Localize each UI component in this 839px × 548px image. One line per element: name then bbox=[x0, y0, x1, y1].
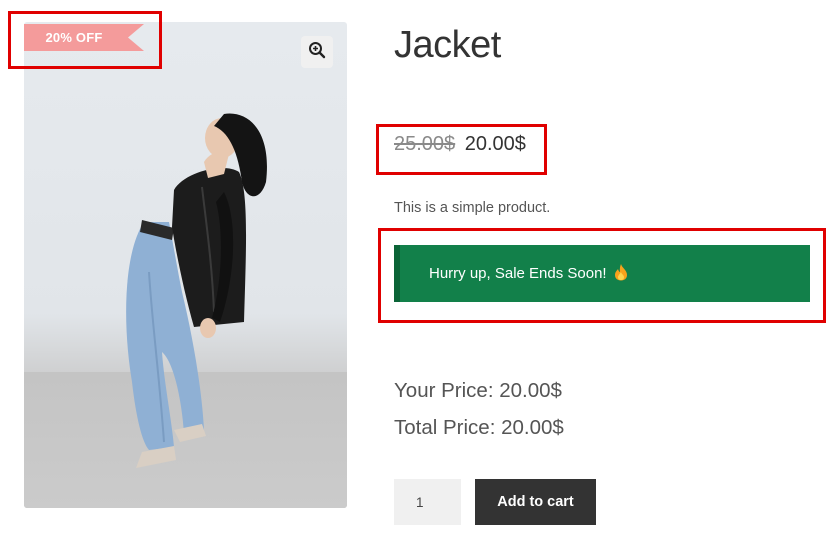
product-page: 20% OFF Jacket 25.00$ 20.00$ This is a s… bbox=[0, 0, 839, 548]
sale-notice-text: Hurry up, Sale Ends Soon! bbox=[429, 265, 607, 282]
price: 25.00$ 20.00$ bbox=[394, 133, 526, 156]
quantity-input[interactable] bbox=[394, 479, 461, 525]
price-summary: Your Price: 20.00$ Total Price: 20.00$ bbox=[394, 372, 564, 446]
your-price: Your Price: 20.00$ bbox=[394, 379, 562, 402]
zoom-button[interactable] bbox=[301, 36, 333, 68]
fire-icon bbox=[613, 263, 629, 285]
product-image[interactable] bbox=[24, 22, 347, 508]
regular-price: 25.00$ bbox=[394, 133, 456, 155]
total-price: Total Price: 20.00$ bbox=[394, 416, 564, 439]
model-photo bbox=[126, 113, 267, 468]
short-description: This is a simple product. bbox=[394, 200, 551, 216]
sale-notice: Hurry up, Sale Ends Soon! bbox=[394, 245, 810, 302]
sale-badge-label: 20% OFF bbox=[45, 30, 103, 45]
sale-badge: 20% OFF bbox=[24, 24, 144, 51]
product-title: Jacket bbox=[394, 24, 501, 66]
sale-price: 20.00$ bbox=[464, 133, 526, 155]
add-to-cart-button[interactable]: Add to cart bbox=[475, 479, 596, 525]
zoom-in-icon bbox=[308, 41, 326, 64]
